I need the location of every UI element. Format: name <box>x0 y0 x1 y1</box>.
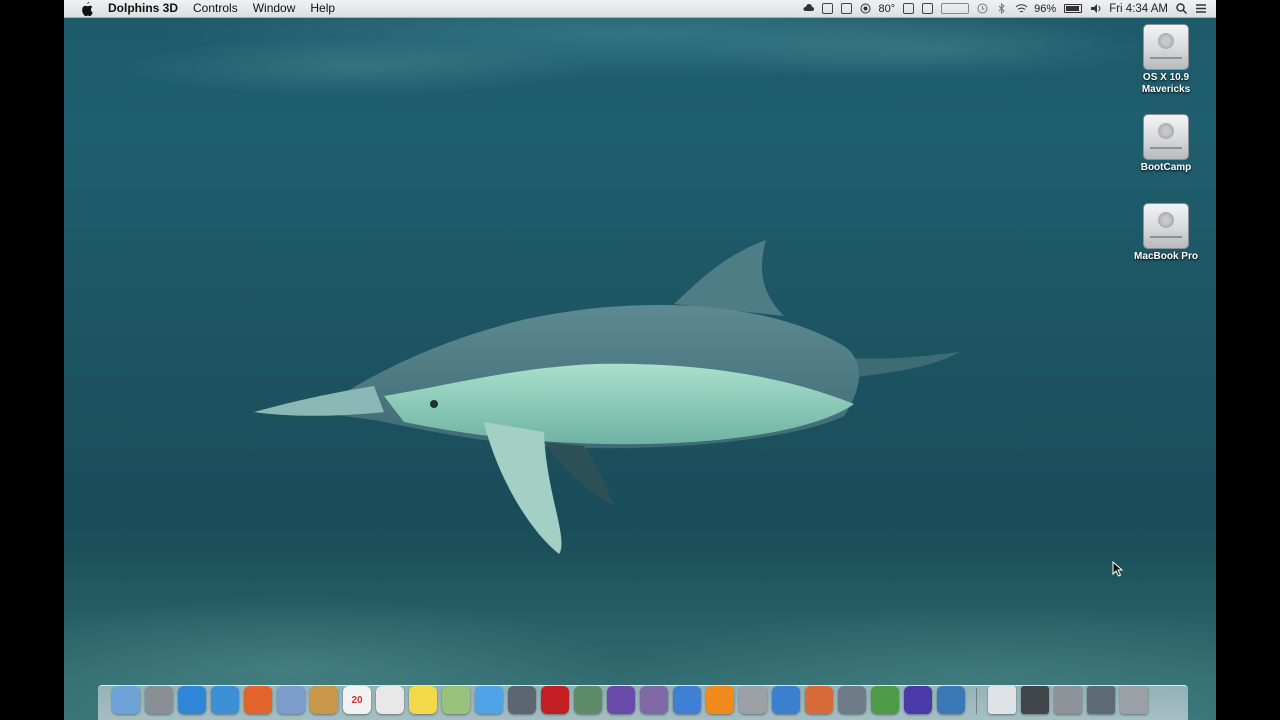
app-menu[interactable]: Dolphins 3D <box>108 0 178 17</box>
finder-icon[interactable] <box>112 686 140 714</box>
drive-label-line2: Mavericks <box>1141 84 1191 95</box>
stickies-icon[interactable] <box>409 686 437 714</box>
bluetooth-icon[interactable] <box>996 2 1007 15</box>
drive-label-line1: BootCamp <box>1140 162 1192 173</box>
documents-stack-icon[interactable] <box>988 686 1016 714</box>
quicktime-icon[interactable] <box>937 686 965 714</box>
grid-icon[interactable] <box>922 3 934 14</box>
launchpad-icon[interactable] <box>145 686 173 714</box>
water-surface <box>64 16 1216 186</box>
firefox-icon[interactable] <box>244 686 272 714</box>
textedit-icon[interactable] <box>376 686 404 714</box>
volume-icon[interactable] <box>1090 3 1101 14</box>
app-store-icon[interactable] <box>178 686 206 714</box>
safari-icon[interactable] <box>211 686 239 714</box>
drive-label-line1: OS X 10.9 <box>1142 72 1190 83</box>
photo-booth-icon[interactable] <box>541 686 569 714</box>
menu-controls[interactable]: Controls <box>193 0 238 17</box>
menu-extra-icon[interactable] <box>840 3 852 14</box>
cloud-icon[interactable] <box>802 3 814 14</box>
apple-menu-icon[interactable] <box>80 1 94 16</box>
activity-meter[interactable] <box>941 3 970 14</box>
migration-icon[interactable] <box>772 686 800 714</box>
record-icon[interactable] <box>860 3 871 14</box>
imovie-icon[interactable] <box>607 686 635 714</box>
drive-os-x-mavericks[interactable]: OS X 10.9 Mavericks <box>1126 24 1206 96</box>
drive-bootcamp[interactable]: BootCamp <box>1126 114 1206 174</box>
trash-icon[interactable] <box>1120 686 1148 714</box>
preview-icon[interactable] <box>277 686 305 714</box>
system-preferences-icon[interactable] <box>739 686 767 714</box>
spotlight-icon[interactable] <box>1176 3 1188 15</box>
dock-separator <box>976 688 977 714</box>
notification-center-icon[interactable] <box>1195 3 1206 14</box>
hard-drive-icon <box>1143 24 1189 70</box>
image-capture-icon[interactable] <box>574 686 602 714</box>
battery-percentage[interactable]: 96% <box>1034 3 1056 15</box>
mouse-cursor-icon <box>1112 561 1124 577</box>
menu-bar: Dolphins 3D Controls Window Help 80° 96%… <box>64 0 1216 18</box>
contacts-icon[interactable] <box>310 686 338 714</box>
status-area: 80° 96% Fri 4:34 AM <box>802 0 1206 17</box>
downloads-stack-icon[interactable] <box>1021 686 1049 714</box>
menu-clock[interactable]: Fri 4:34 AM <box>1109 3 1168 15</box>
photos-icon[interactable] <box>442 686 470 714</box>
messages-icon[interactable] <box>475 686 503 714</box>
monitor-icon[interactable] <box>903 3 915 14</box>
time-machine-icon[interactable] <box>977 3 988 14</box>
keynote-icon[interactable] <box>805 686 833 714</box>
dock-icons: 20 <box>98 686 1202 714</box>
ibooks-icon[interactable] <box>706 686 734 714</box>
shield-icon[interactable] <box>821 3 833 14</box>
numbers-icon[interactable] <box>871 686 899 714</box>
battery-icon[interactable] <box>1064 4 1083 13</box>
drive-macbook-pro[interactable]: MacBook Pro <box>1126 203 1206 263</box>
dolphins-3d-icon[interactable] <box>904 686 932 714</box>
menu-help[interactable]: Help <box>310 0 335 17</box>
hard-drive-icon <box>1143 203 1189 249</box>
script-editor-icon[interactable] <box>838 686 866 714</box>
menu-window[interactable]: Window <box>253 0 296 17</box>
itunes-icon[interactable] <box>673 686 701 714</box>
dolphin-illustration <box>254 240 959 554</box>
drive-label-line1: MacBook Pro <box>1134 251 1198 262</box>
desktop-screen: Dolphins 3D Controls Window Help 80° 96%… <box>64 0 1216 720</box>
desktop-stack-icon[interactable] <box>1087 686 1115 714</box>
weather-temperature[interactable]: 80° <box>879 3 896 15</box>
facetime-icon[interactable] <box>508 686 536 714</box>
star-app-icon[interactable] <box>640 686 668 714</box>
applications-stack-icon[interactable] <box>1054 686 1082 714</box>
wifi-icon[interactable] <box>1015 3 1028 14</box>
hard-drive-icon <box>1143 114 1189 160</box>
calendar-icon[interactable]: 20 <box>343 686 371 714</box>
